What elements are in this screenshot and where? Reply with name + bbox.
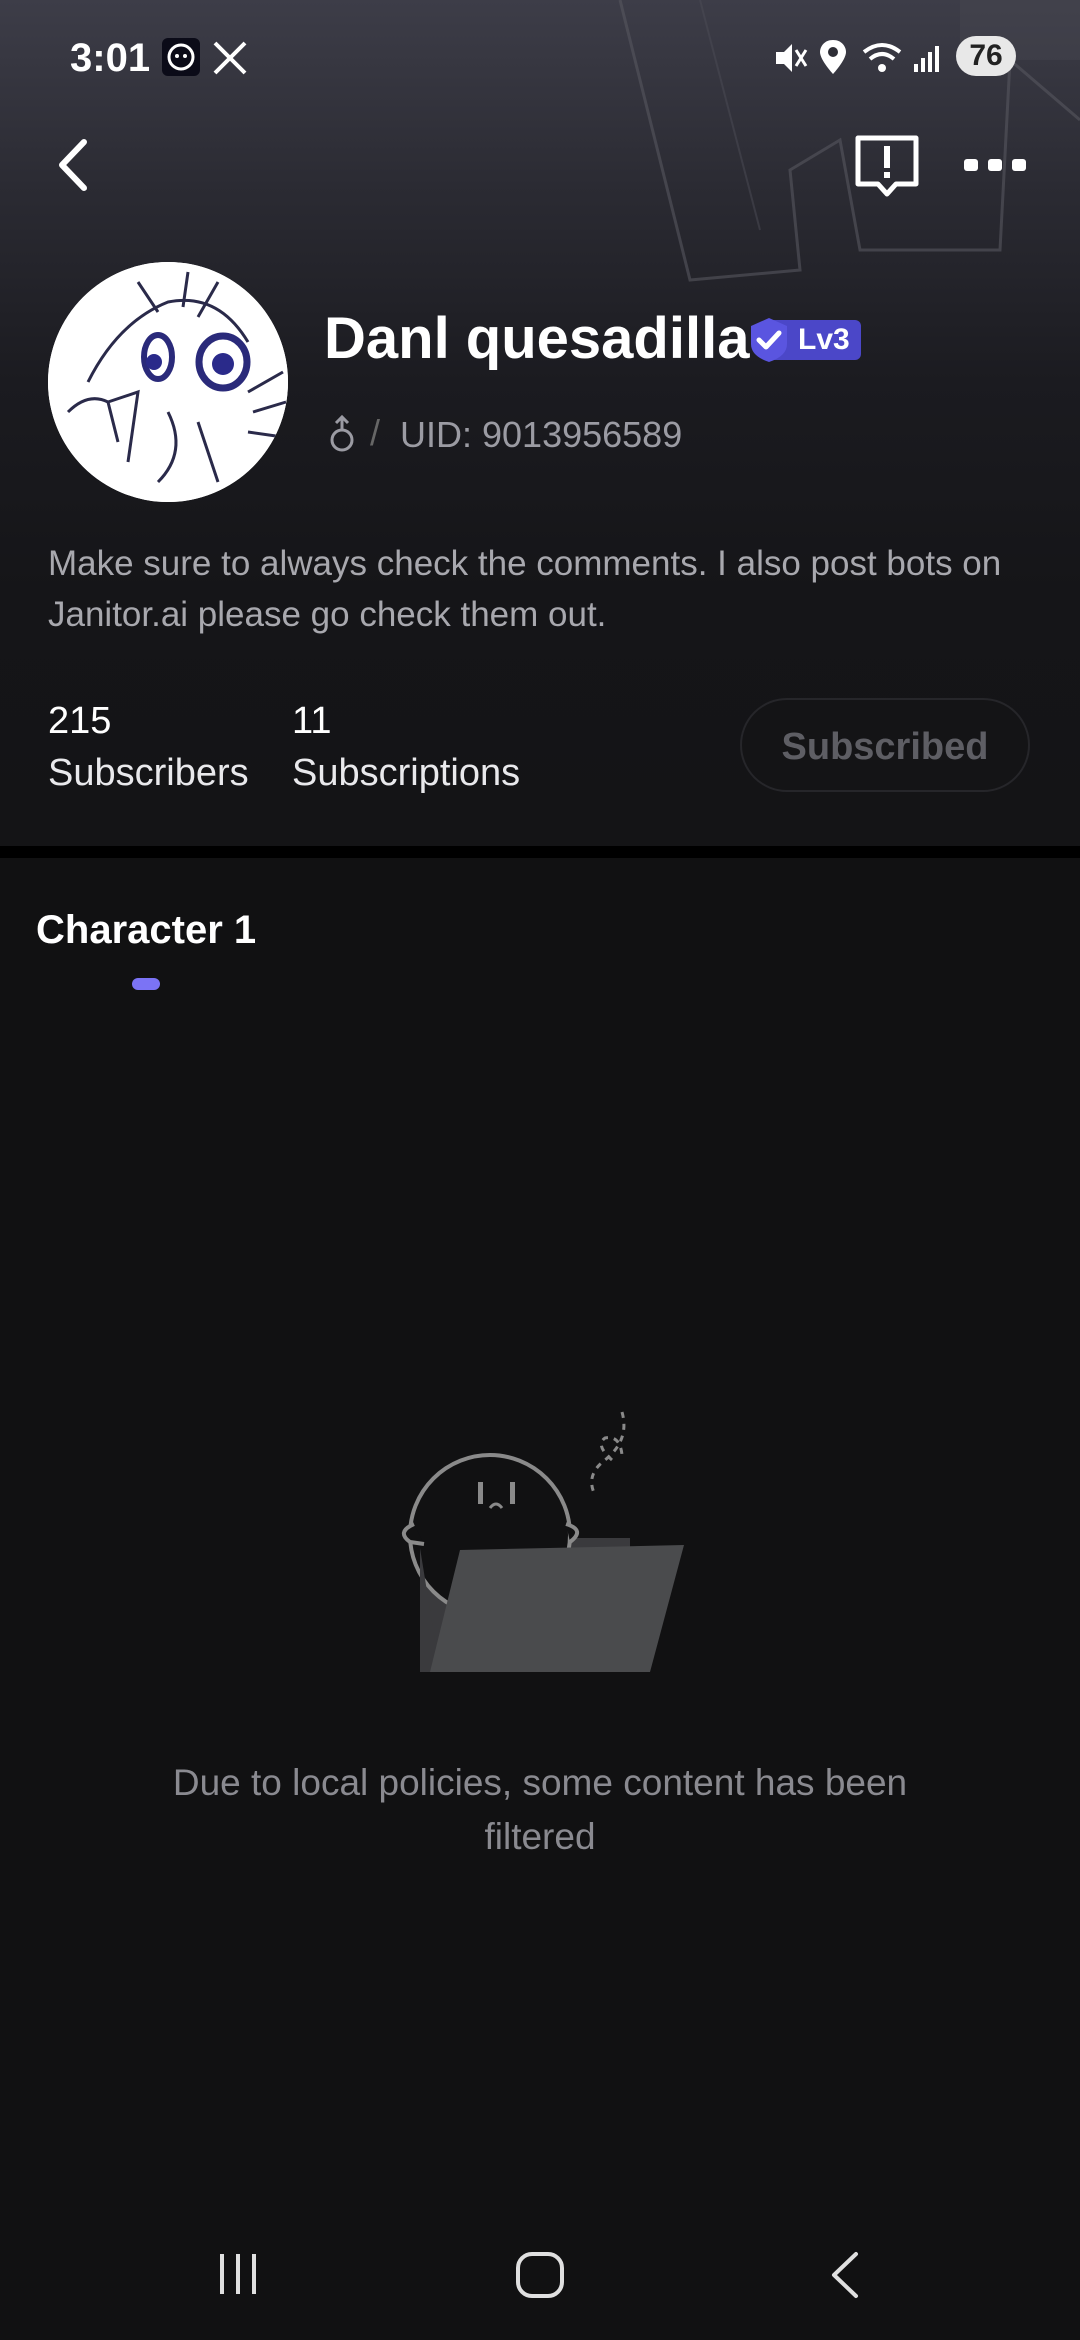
uid-label[interactable]: UID: 9013956589: [400, 414, 682, 456]
avatar-image: [48, 262, 288, 502]
subscribed-button[interactable]: Subscribed: [740, 698, 1030, 792]
location-icon: [820, 40, 846, 74]
status-bar: 3:01 76: [0, 0, 1080, 120]
subscribers-count[interactable]: 215: [48, 700, 111, 743]
empty-folder-ghost-icon: [402, 1411, 684, 1672]
report-button[interactable]: [852, 130, 922, 200]
recent-apps-button[interactable]: [214, 2250, 264, 2300]
app-icon: [162, 38, 200, 76]
battery-indicator: 76: [956, 36, 1016, 76]
subscribers-label[interactable]: Subscribers: [48, 752, 249, 795]
wifi-icon: [862, 43, 902, 72]
system-navigation-bar: [0, 2200, 1080, 2340]
active-tab-indicator: [132, 978, 160, 990]
mute-icon: [776, 44, 808, 72]
system-back-button[interactable]: [824, 2248, 864, 2302]
back-button[interactable]: [48, 130, 98, 200]
subscriptions-label[interactable]: Subscriptions: [292, 752, 520, 795]
more-options-button[interactable]: [960, 140, 1030, 190]
signal-icon: [914, 46, 939, 72]
username: Danl quesadilla: [324, 306, 750, 371]
profile-bio: Make sure to always check the comments. …: [48, 544, 1002, 634]
gender-icon: [330, 414, 354, 452]
separator: /: [370, 412, 381, 453]
home-button[interactable]: [514, 2250, 566, 2300]
avatar[interactable]: [48, 262, 288, 502]
subscriptions-count[interactable]: 11: [292, 700, 331, 743]
level-label: Lv3: [798, 323, 850, 356]
filtered-content-message: Due to local policies, some content has …: [172, 1762, 908, 1857]
tab-character-1[interactable]: Character 1: [36, 908, 256, 953]
status-time: 3:01: [70, 36, 151, 80]
x-icon: [213, 41, 247, 75]
section-divider: [0, 846, 1080, 858]
